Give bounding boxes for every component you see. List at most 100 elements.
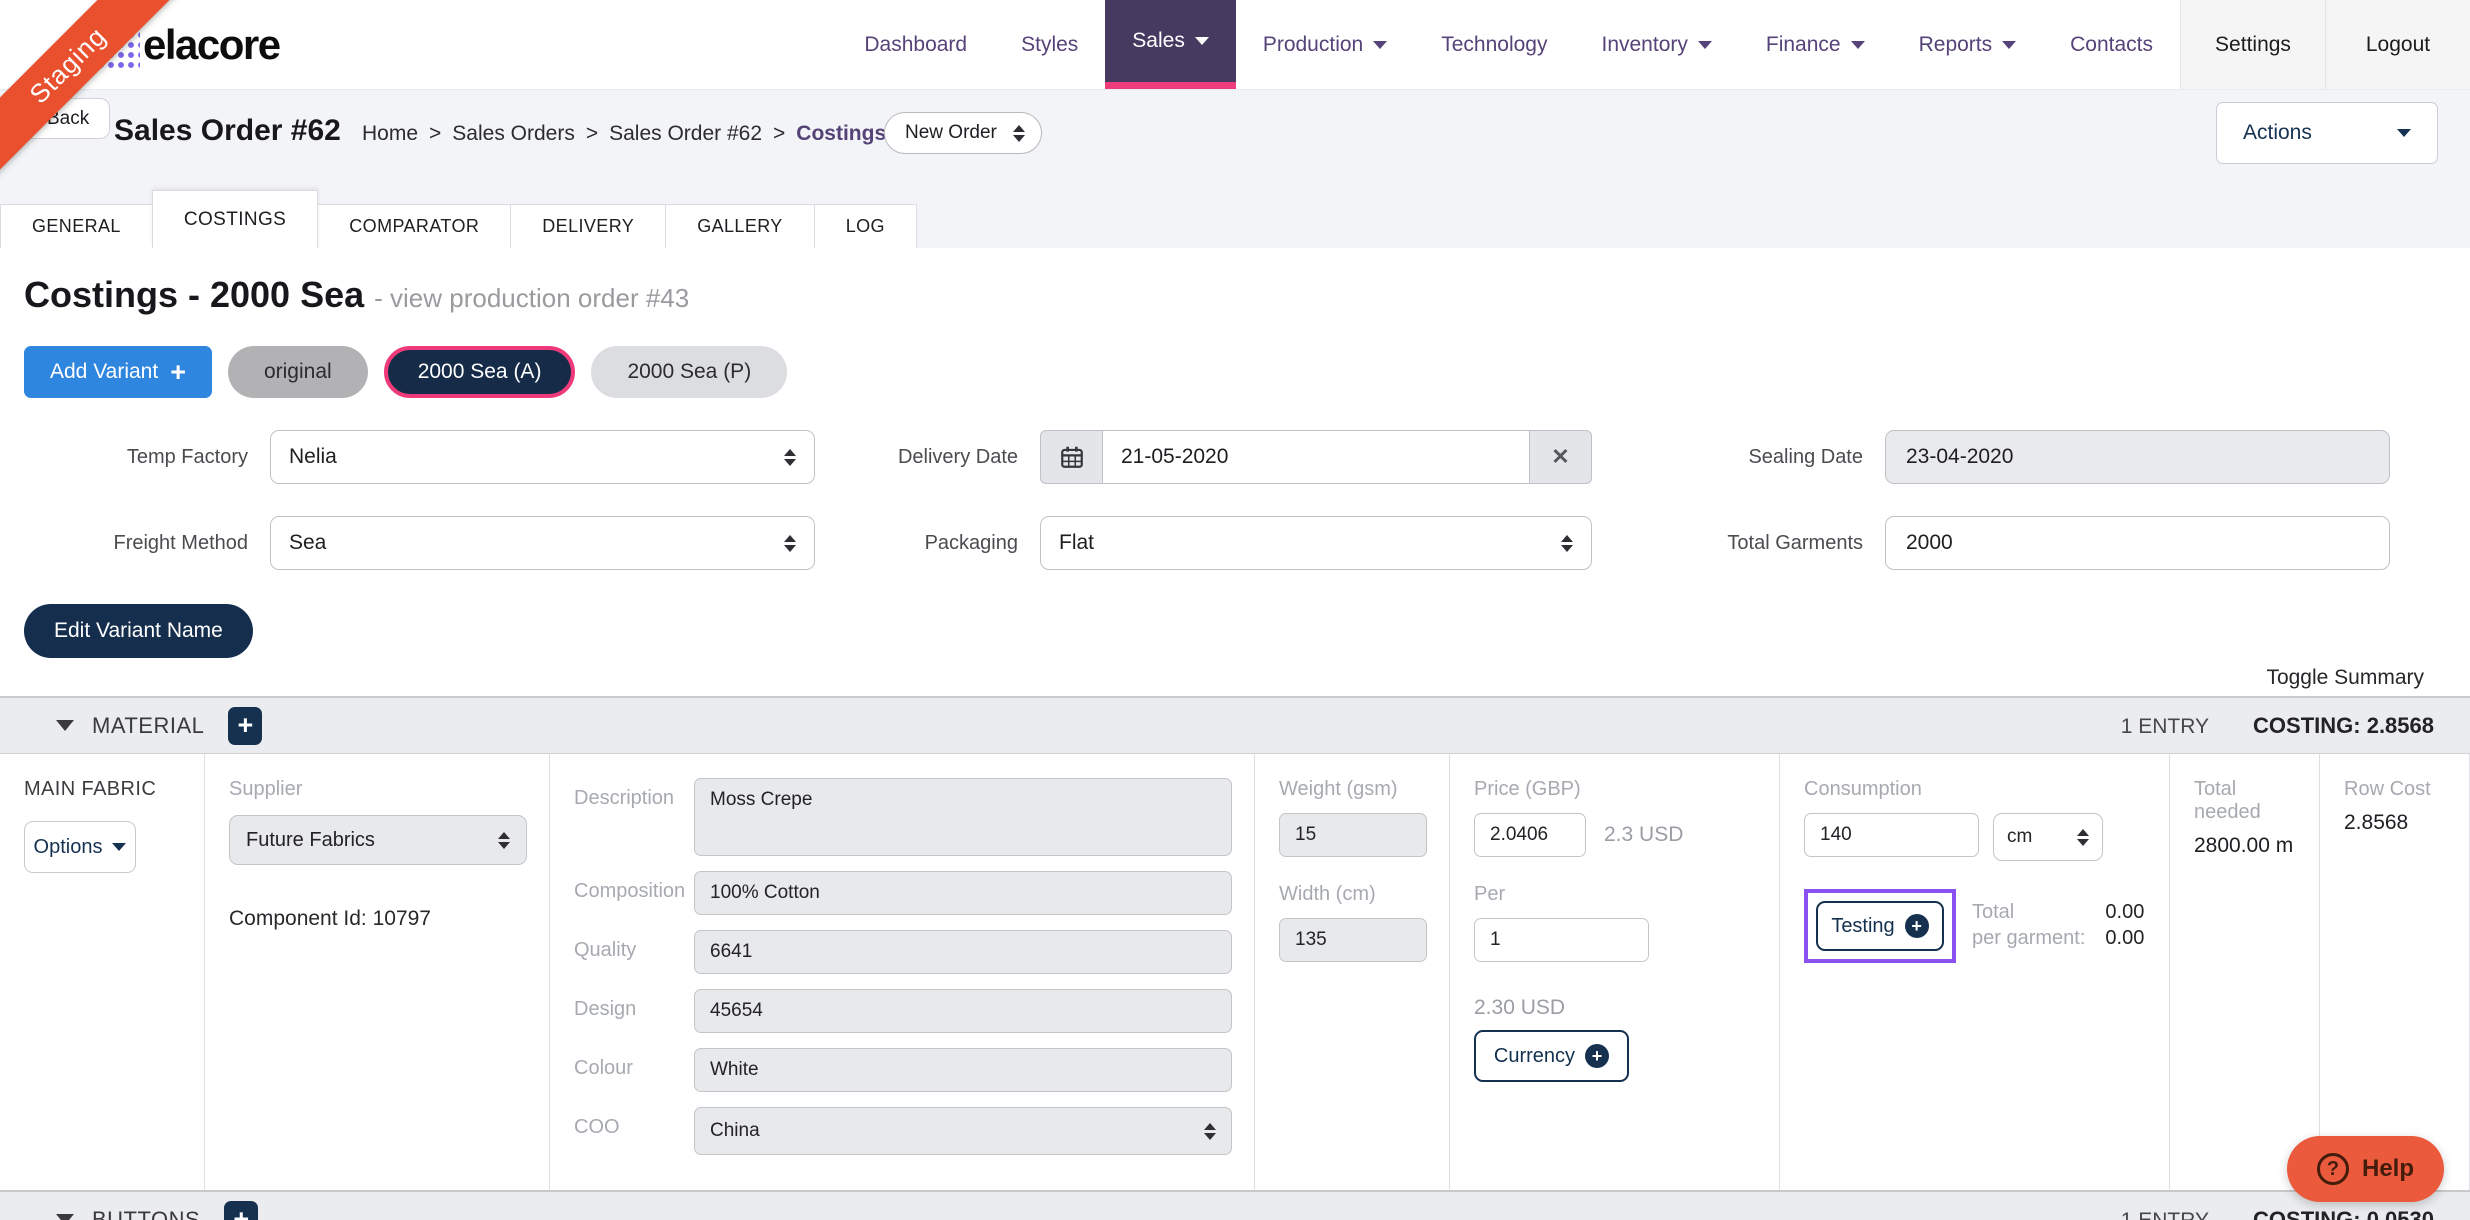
component-id: Component Id: 10797 (229, 907, 527, 931)
costings-title: Costings - 2000 Sea (24, 274, 364, 316)
composition-label: Composition (574, 871, 694, 915)
material-section-header: MATERIAL 1 ENTRY COSTING: 2.8568 (0, 696, 2470, 754)
tab-comparator[interactable]: COMPARATOR (317, 204, 511, 248)
breadcrumb-sales-orders[interactable]: Sales Orders (452, 122, 575, 146)
colour-label: Colour (574, 1048, 694, 1092)
actions-button[interactable]: Actions (2216, 102, 2438, 164)
add-variant-button[interactable]: Add Variant (24, 346, 212, 398)
row-cost-value: 2.8568 (2344, 811, 2447, 835)
testing-highlight-box: Testing (1804, 889, 1956, 963)
collapse-caret-icon[interactable] (56, 720, 74, 731)
sealing-date-input (1885, 430, 2390, 484)
dimensions-column: Weight (gsm) Width (cm) (1255, 754, 1450, 1190)
edit-variant-name-button[interactable]: Edit Variant Name (24, 604, 253, 658)
options-button[interactable]: Options (24, 821, 136, 873)
app-window: elacore Dashboard Styles Sales Productio… (0, 0, 2470, 1220)
question-mark-icon (2317, 1153, 2349, 1185)
view-production-order-link[interactable]: - view production order #43 (374, 283, 689, 314)
width-input (1279, 918, 1427, 962)
page-title: Sales Order #62 (114, 114, 341, 148)
nav-item-settings[interactable]: Settings (2180, 0, 2325, 89)
per-label: Per (1474, 883, 1757, 906)
tab-gallery[interactable]: GALLERY (665, 204, 815, 248)
nav-item-sales[interactable]: Sales (1105, 0, 1236, 89)
close-icon (1551, 444, 1569, 470)
row-cost-column: Row Cost 2.8568 (2320, 754, 2470, 1190)
caret-down-icon (2002, 41, 2016, 49)
caret-down-icon (1373, 41, 1387, 49)
add-currency-button[interactable]: Currency (1474, 1030, 1629, 1082)
currency-note: 2.30 USD (1474, 996, 1757, 1020)
supplier-select[interactable]: Future Fabrics (229, 815, 527, 865)
price-column: Price (GBP) 2.3 USD Per 2.30 USD Currenc… (1450, 754, 1780, 1190)
tab-general[interactable]: GENERAL (0, 204, 153, 248)
buttons-costing-total: COSTING: 0.0530 (2253, 1207, 2434, 1220)
per-input[interactable] (1474, 918, 1649, 962)
tab-delivery[interactable]: DELIVERY (510, 204, 666, 248)
total-per-garment-value-2: 0.00 (2105, 925, 2144, 951)
select-arrows-icon (784, 449, 796, 466)
consumption-unit-select[interactable]: cm (1993, 813, 2103, 861)
nav-item-reports[interactable]: Reports (1892, 0, 2044, 89)
help-button[interactable]: Help (2287, 1136, 2444, 1202)
add-testing-button[interactable]: Testing (1816, 901, 1944, 951)
tab-log[interactable]: LOG (814, 204, 917, 248)
material-section-title: MATERIAL (92, 713, 204, 739)
temp-factory-label: Temp Factory (0, 446, 270, 469)
tab-costings[interactable]: COSTINGS (152, 190, 318, 248)
breadcrumb: Home > Sales Orders > Sales Order #62 > … (362, 122, 886, 146)
nav-item-production[interactable]: Production (1236, 0, 1414, 89)
buttons-section-header: BUTTONS 1 ENTRY COSTING: 0.0530 (0, 1190, 2470, 1220)
nav-item-dashboard[interactable]: Dashboard (837, 0, 994, 89)
consumption-label: Consumption (1804, 778, 2147, 801)
component-type-label: MAIN FABRIC (24, 778, 182, 801)
clear-date-button[interactable] (1530, 430, 1592, 484)
description-label: Description (574, 778, 694, 856)
nav-item-styles[interactable]: Styles (994, 0, 1105, 89)
composition-input (694, 871, 1232, 915)
price-converted: 2.3 USD (1604, 823, 1683, 847)
delivery-date-input[interactable] (1102, 430, 1530, 484)
collapse-caret-icon[interactable] (56, 1214, 74, 1220)
quality-input (694, 930, 1232, 974)
variant-original[interactable]: original (228, 346, 368, 398)
add-button-component-button[interactable] (224, 1201, 258, 1220)
buttons-section-title: BUTTONS (92, 1207, 200, 1220)
consumption-column: Consumption cm Testing (1780, 754, 2170, 1190)
variant-2000-sea-a[interactable]: 2000 Sea (A) (384, 346, 576, 398)
weight-label: Weight (gsm) (1279, 778, 1427, 801)
plus-circle-icon (1905, 914, 1929, 938)
supplier-label: Supplier (229, 778, 527, 801)
caret-down-icon (2397, 129, 2411, 137)
packaging-select[interactable]: Flat (1040, 516, 1592, 570)
description-input: Moss Crepe (694, 778, 1232, 856)
total-garments-input[interactable] (1885, 516, 2390, 570)
fabric-details-column: Description Moss Crepe Composition Quali… (550, 754, 1255, 1190)
tab-bar: GENERAL COSTINGS COMPARATOR DELIVERY GAL… (0, 190, 2470, 248)
total-needed-value: 2800.00 m (2194, 834, 2297, 858)
sealing-date-label: Sealing Date (1640, 446, 1885, 469)
design-input (694, 989, 1232, 1033)
total-needed-column: Total needed 2800.00 m (2170, 754, 2320, 1190)
add-material-button[interactable] (228, 707, 262, 745)
consumption-input[interactable] (1804, 813, 1979, 857)
breadcrumb-separator: > (586, 122, 598, 146)
variant-2000-sea-p[interactable]: 2000 Sea (P) (591, 346, 787, 398)
price-input[interactable] (1474, 813, 1586, 857)
weight-input (1279, 813, 1427, 857)
nav-item-logout[interactable]: Logout (2325, 0, 2470, 89)
nav-item-inventory[interactable]: Inventory (1574, 0, 1738, 89)
nav-item-finance[interactable]: Finance (1739, 0, 1892, 89)
breadcrumb-home[interactable]: Home (362, 122, 418, 146)
nav-item-contacts[interactable]: Contacts (2043, 0, 2180, 89)
toggle-summary-link[interactable]: Toggle Summary (0, 666, 2424, 690)
main-content: Costings - 2000 Sea - view production or… (0, 248, 2470, 1220)
nav-item-technology[interactable]: Technology (1414, 0, 1574, 89)
new-order-select[interactable]: New Order (884, 112, 1042, 154)
temp-factory-select[interactable]: Nelia (270, 430, 815, 484)
calendar-icon[interactable] (1040, 430, 1102, 484)
coo-select[interactable]: China (694, 1107, 1232, 1155)
breadcrumb-sales-order-62[interactable]: Sales Order #62 (609, 122, 762, 146)
freight-method-select[interactable]: Sea (270, 516, 815, 570)
order-form: Temp Factory Nelia Delivery Date (0, 430, 2470, 570)
